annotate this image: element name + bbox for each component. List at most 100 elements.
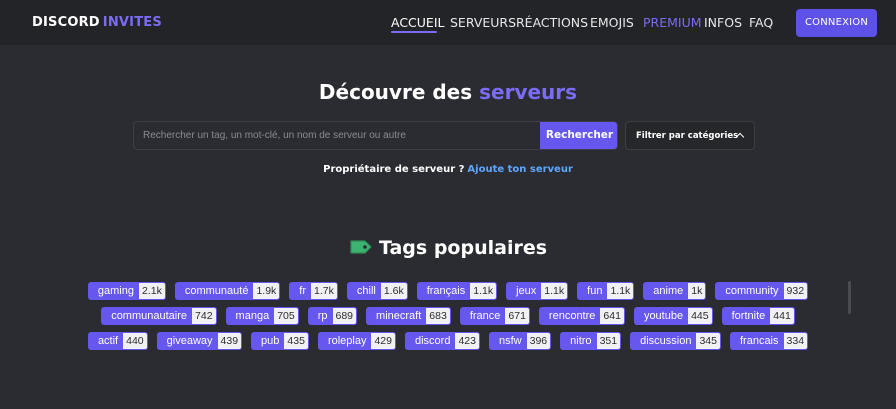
tag-chip[interactable]: rp 689 [307,307,358,325]
tag-chip[interactable]: communautaire 742 [101,307,217,325]
tag-chip[interactable]: fortnite 441 [721,307,795,325]
nav-reactions[interactable]: RÉACTIONS [516,15,588,30]
page-title: Découvre des serveurs [0,80,896,104]
tag-count: 671 [505,308,529,324]
tag-name: fun [587,285,603,297]
tag-chip[interactable]: communauté 1.9k [174,282,281,300]
tag-chip[interactable]: fr 1.7k [289,282,338,300]
search-button[interactable]: Rechercher [540,122,617,149]
top-navbar: DISCORD INVITES ACCUEIL SERVEURS RÉACTION… [0,0,896,45]
logo-text-discord: DISCORD [32,15,100,30]
tag-count: 334 [783,333,808,349]
nav-emojis[interactable]: EMOJIS [590,15,634,30]
page-title-accent: serveurs [479,80,578,104]
tag-chip[interactable]: youtube 445 [633,307,713,325]
tag-row-2: communautaire 742 manga 705 rp 689 minecraft 68… [0,307,896,325]
tag-name: communauté [184,285,249,297]
tag-row-1: gaming 2.1k communauté 1.9k fr 1.7k chill 1.6k f… [0,282,896,300]
tag-chip[interactable]: giveaway 439 [156,332,243,350]
tag-name: francais [739,335,779,347]
tag-chip[interactable]: rencontre 641 [538,307,625,325]
server-owner-prompt: Propriétaire de serveur ? Ajoute ton serv… [0,164,896,175]
tag-count: 2.1k [138,283,165,299]
tag-count: 1.1k [470,283,497,299]
tag-row-3: actif 440 giveaway 439 pub 435 roleplay 429 disc… [0,332,896,350]
tag-count: 1k [688,283,706,299]
tag-count: 683 [426,308,450,324]
tag-chip[interactable]: nsfw 396 [489,332,552,350]
popular-tags-title: Tags populaires [378,237,548,259]
tag-name: nsfw [499,335,522,347]
tag-name: manga [235,310,270,322]
tag-name: minecraft [376,310,422,322]
tag-chip[interactable]: discord 423 [405,332,480,350]
tag-name: gaming [97,285,134,297]
tag-count: 1.1k [541,283,568,299]
tag-chip[interactable]: pub 435 [251,332,309,350]
tag-name: anime [653,285,684,297]
tag-name: communautaire [111,310,188,322]
tag-count: 423 [455,333,479,349]
tag-count: 1.9k [253,283,280,299]
tag-chip[interactable]: actif 440 [87,332,148,350]
tag-chip[interactable]: france 671 [459,307,530,325]
tag-count: 429 [371,333,395,349]
category-filter-button[interactable]: Filtrer par catégories [625,121,755,150]
tag-name: rencontre [548,310,596,322]
search-input[interactable] [134,122,541,149]
login-button[interactable]: CONNEXION [796,9,877,37]
nav-faq[interactable]: FAQ [749,15,773,30]
tag-name: jeux [516,285,537,297]
tag-count: 440 [123,333,147,349]
nav-active-underline [391,31,437,33]
add-server-link[interactable]: Ajoute ton serveur [467,164,572,175]
tag-chip[interactable]: nitro 351 [560,332,622,350]
tag-chip[interactable]: anime 1k [643,282,707,300]
tag-name: rp [317,310,328,322]
tag-name: fortnite [731,310,766,322]
logo-text-invites: INVITES [102,15,162,30]
tag-chip[interactable]: jeux 1.1k [506,282,569,300]
tag-chip[interactable]: gaming 2.1k [87,282,166,300]
tag-chip[interactable]: manga 705 [225,307,299,325]
tag-name: youtube [643,310,684,322]
nav-infos[interactable]: INFOS [704,15,742,30]
tag-chip[interactable]: français 1.1k [416,282,498,300]
tag-name: nitro [570,335,592,347]
nav-serveurs[interactable]: SERVEURS [450,15,516,30]
tag-chip[interactable]: community 932 [715,282,809,300]
tag-count: 689 [332,308,357,324]
tag-chip[interactable]: francais 334 [729,332,809,350]
owner-question: Propriétaire de serveur ? [323,164,465,175]
tag-chip[interactable]: roleplay 429 [317,332,396,350]
tag-count: 1.7k [311,283,337,299]
tag-count: 439 [217,333,242,349]
tag-count: 445 [688,308,712,324]
tag-name: discord [415,335,451,347]
tag-chip[interactable]: chill 1.6k [346,282,408,300]
tag-count: 932 [783,283,808,299]
tag-chip[interactable]: fun 1.1k [577,282,635,300]
tag-chip[interactable]: minecraft 683 [366,307,451,325]
tag-name: pub [261,335,280,347]
search-bar: Rechercher [133,121,618,150]
tag-count: 1.1k [607,283,634,299]
nav-accueil[interactable]: ACCUEIL [391,15,445,30]
tags-scrollbar[interactable] [848,281,851,314]
tag-chip[interactable]: discussion 345 [630,332,721,350]
tag-name: giveaway [166,335,213,347]
tag-count: 742 [192,308,216,324]
popular-tags-heading: Tags populaires [0,237,896,259]
tag-name: community [725,285,779,297]
tag-count: 435 [284,333,308,349]
tag-name: fr [299,285,307,297]
tag-name: français [426,285,466,297]
tag-count: 345 [696,333,720,349]
site-logo[interactable]: DISCORD INVITES [32,15,162,30]
tag-name: chill [356,285,376,297]
nav-premium[interactable]: PREMIUM [643,15,702,30]
tag-count: 351 [596,333,621,349]
tag-name: discussion [640,335,692,347]
category-filter-label: Filtrer par catégories [636,131,739,141]
tag-count: 705 [274,308,298,324]
